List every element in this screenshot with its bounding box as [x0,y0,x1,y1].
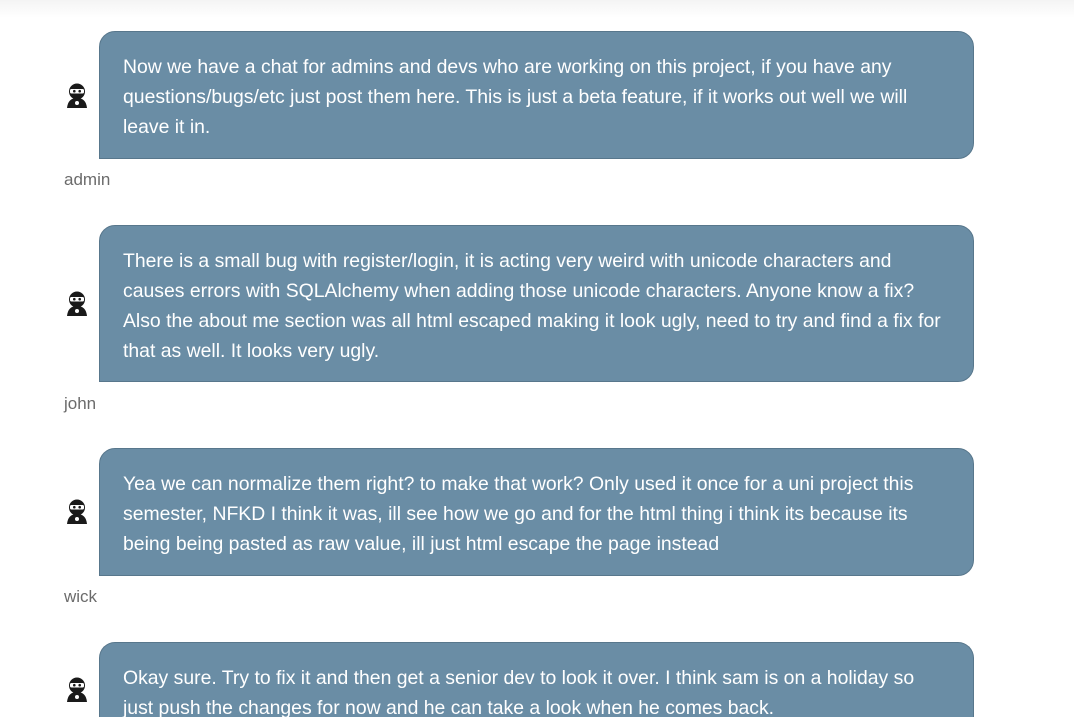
message-bubble: Yea we can normalize them right? to make… [99,448,974,576]
top-fade [0,0,1074,18]
message-author: wick [64,587,98,606]
ninja-avatar-icon [67,291,87,316]
message-author: admin [64,170,111,189]
message-author: john [64,394,97,413]
message-text: Now we have a chat for admins and devs w… [123,56,908,138]
message-bubble: Okay sure. Try to fix it and then get a … [99,642,974,717]
ninja-avatar-icon [67,677,87,702]
message-bubble: There is a small bug with register/login… [99,225,974,382]
message-bubble: Now we have a chat for admins and devs w… [99,31,974,159]
message-text: There is a small bug with register/login… [123,250,941,362]
ninja-avatar-icon [67,83,87,108]
message-text: Okay sure. Try to fix it and then get a … [123,667,915,717]
message-text: Yea we can normalize them right? to make… [123,473,914,555]
ninja-avatar-icon [67,499,87,524]
